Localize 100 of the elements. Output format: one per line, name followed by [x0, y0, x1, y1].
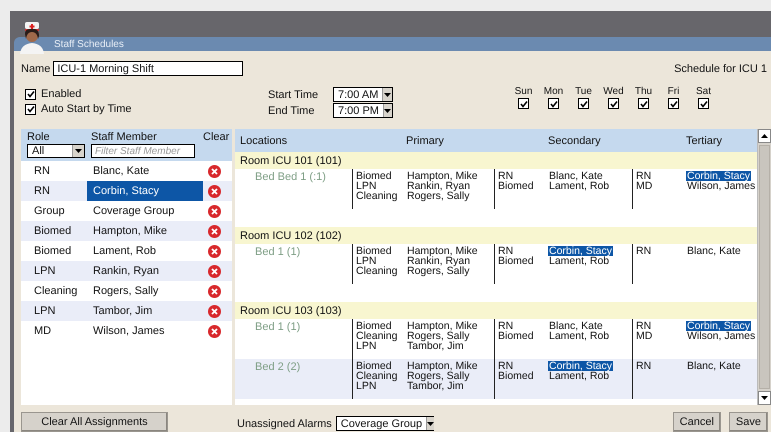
assignee-name[interactable]: Blanc, Kate — [686, 361, 742, 371]
assignee-name[interactable]: Lament, Rob — [548, 181, 610, 191]
checkbox[interactable] — [608, 98, 619, 109]
clear-icon[interactable] — [208, 284, 221, 298]
assignee-name[interactable]: Lament, Rob — [548, 331, 610, 341]
checkbox[interactable] — [638, 98, 649, 109]
room-name: Room ICU 101 (101) — [240, 154, 342, 166]
day-label: Wed — [603, 86, 624, 97]
day-label: Tue — [575, 86, 592, 97]
clear-all-button[interactable]: Clear All Assignments — [21, 412, 168, 432]
column-header: Staff Member — [91, 131, 158, 143]
table-cell-text: Cleaning — [33, 285, 78, 297]
assignee-name[interactable]: Lament, Rob — [548, 256, 610, 266]
checkbox[interactable] — [25, 88, 36, 100]
caret-icon — [75, 149, 82, 153]
assignee-name[interactable]: Rogers, Sally — [406, 371, 470, 381]
staff-name-cell[interactable]: Wilson, James — [87, 321, 203, 341]
caret-icon — [384, 92, 392, 96]
assignee-name[interactable]: Rankin, Ryan — [406, 256, 472, 266]
clear-icon[interactable] — [208, 164, 221, 178]
role-text: RN — [498, 246, 514, 256]
assignee-name[interactable]: Blanc, Kate — [548, 171, 604, 181]
staff-name-cell[interactable]: Hampton, Mike — [87, 221, 203, 241]
assignee-name[interactable]: Rogers, Sally — [406, 191, 470, 201]
bed-name: Bed Bed 1 (:1) — [254, 170, 327, 183]
staff-name-cell[interactable]: Blanc, Kate — [87, 161, 203, 181]
table-cell-text: LPN — [33, 305, 56, 317]
staff-name-cell[interactable]: Corbin, Stacy — [87, 181, 203, 201]
schedule-caption: Schedule for ICU 1 — [674, 62, 767, 74]
assignee-name[interactable]: Hampton, Mike — [406, 171, 479, 181]
bed-name: Bed 2 (2) — [254, 360, 302, 373]
staff-name-cell[interactable]: Lament, Rob — [87, 241, 203, 261]
table-cell-text: LPN — [33, 265, 56, 277]
clear-icon[interactable] — [208, 244, 221, 258]
checkbox[interactable] — [668, 98, 679, 109]
assignee-name[interactable]: Tambor, Jim — [406, 341, 465, 351]
assignee-name[interactable]: Corbin, Stacy — [548, 361, 614, 371]
assignee-name[interactable]: Rogers, Sally — [406, 266, 470, 276]
scroll-up-icon[interactable] — [761, 134, 768, 138]
role-text: Biomed — [498, 181, 535, 191]
checkbox[interactable] — [518, 98, 529, 109]
assignee-name[interactable]: Corbin, Stacy — [548, 246, 614, 256]
role-text: Biomed — [498, 256, 535, 266]
assignee-name[interactable]: Lament, Rob — [548, 371, 610, 381]
scroll-down-icon[interactable] — [761, 396, 768, 400]
name-field[interactable]: ICU-1 Morning Shift — [53, 61, 244, 76]
assignee-name[interactable]: Rogers, Sally — [406, 331, 470, 341]
role-text: LPN — [356, 381, 376, 391]
clear-icon[interactable] — [208, 224, 221, 238]
caret-icon — [384, 108, 392, 112]
assignee-name[interactable]: Wilson, James — [686, 181, 756, 191]
assignee-name[interactable]: Corbin, Stacy — [686, 321, 752, 331]
column-header: Clear — [203, 131, 230, 143]
clear-icon[interactable] — [208, 184, 221, 198]
staff-filter-field[interactable]: Filter Staff Member — [91, 144, 195, 158]
name-label: Name — [21, 62, 50, 74]
assignee-name[interactable]: Blanc, Kate — [686, 246, 742, 256]
clear-icon[interactable] — [208, 264, 221, 278]
clear-icon[interactable] — [208, 324, 221, 338]
scrollbar[interactable] — [757, 129, 771, 405]
clear-icon[interactable] — [208, 204, 221, 218]
assignee-name[interactable]: Rankin, Ryan — [406, 181, 472, 191]
assignee-name[interactable]: Corbin, Stacy — [686, 171, 752, 181]
role-text: LPN — [356, 256, 376, 266]
assignee-name[interactable]: Wilson, James — [686, 331, 756, 341]
staff-name-cell[interactable]: Coverage Group — [87, 201, 203, 221]
checkbox[interactable] — [548, 98, 559, 109]
column-header: Locations — [239, 134, 288, 146]
table-cell-text: RN — [33, 165, 51, 177]
role-text: Biomed — [356, 171, 393, 181]
assignee-name[interactable]: Hampton, Mike — [406, 361, 479, 371]
assignee-name[interactable]: Hampton, Mike — [406, 321, 479, 331]
role-text: LPN — [356, 341, 376, 351]
alarms-dropdown[interactable]: Coverage Group — [336, 416, 434, 431]
role-text: RN — [498, 361, 514, 371]
role-text: Cleaning — [356, 266, 398, 276]
role-text: RN — [636, 171, 652, 181]
column-header: Primary — [405, 134, 445, 146]
checkbox[interactable] — [578, 98, 589, 109]
staff-name-cell[interactable]: Rankin, Ryan — [87, 261, 203, 281]
caret-icon — [427, 422, 434, 426]
checkbox[interactable] — [698, 98, 709, 109]
time-dropdown[interactable]: 7:00 AM — [333, 87, 393, 102]
dialog-button[interactable]: Cancel — [672, 412, 721, 432]
role-text: Biomed — [498, 331, 535, 341]
time-label: Start Time — [268, 88, 320, 100]
time-dropdown[interactable]: 7:00 PM — [333, 103, 393, 118]
assignee-name[interactable]: Tambor, Jim — [406, 381, 465, 391]
role-text: Biomed — [498, 371, 535, 381]
table-cell-text: Biomed — [33, 225, 72, 237]
role-filter-dropdown[interactable]: All — [27, 144, 85, 158]
clear-icon[interactable] — [208, 304, 221, 318]
assignee-name[interactable]: Blanc, Kate — [548, 321, 604, 331]
role-text: Cleaning — [356, 371, 398, 381]
staff-name-cell[interactable]: Tambor, Jim — [87, 301, 203, 321]
checkbox[interactable] — [25, 104, 36, 114]
assignee-name[interactable]: Hampton, Mike — [406, 246, 479, 256]
dialog-button[interactable]: Save — [728, 412, 768, 432]
staff-name-cell[interactable]: Rogers, Sally — [87, 281, 203, 301]
table-cell-text: Group — [33, 205, 66, 217]
